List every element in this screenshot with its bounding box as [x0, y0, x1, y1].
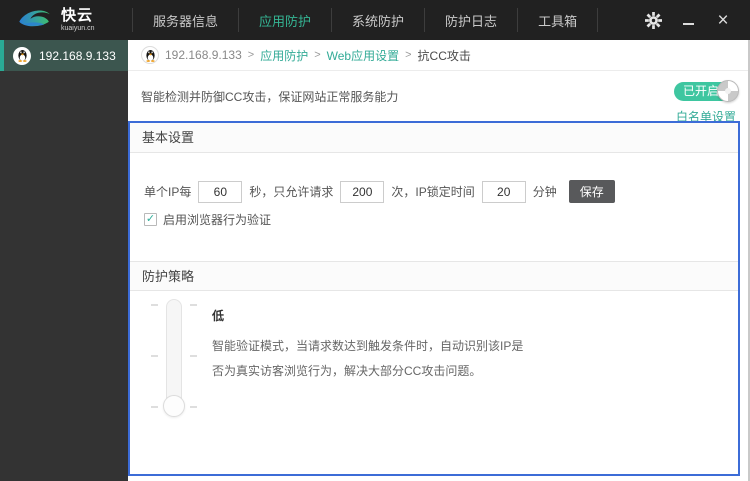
window-controls: ×: [644, 0, 750, 40]
label-ip-every: 单个IP每: [144, 185, 192, 199]
strategy-level-title: 低: [212, 309, 225, 323]
breadcrumb-web-app-settings[interactable]: Web应用设置: [327, 47, 399, 64]
title-bar: 快云 kuaiyun.cn 服务器信息 应用防护 系统防护 防护日志 工具箱 ×: [0, 0, 750, 40]
section-basic-settings: 基本设置: [130, 123, 738, 153]
rate-limit-form: 单个IP每 秒，只允许请求 次，IP锁定时间 分钟 保存: [144, 180, 738, 203]
slider-tick: [190, 406, 197, 408]
strategy-level-description: 智能验证模式，当请求数达到触发条件时，自动识别该IP是否为真实访客浏览行为，解决…: [212, 339, 524, 378]
menu-item-toolbox[interactable]: 工具箱: [518, 0, 597, 40]
menu-divider: [597, 8, 599, 32]
close-icon: ×: [717, 9, 729, 31]
seconds-input[interactable]: [198, 180, 243, 203]
breadcrumb-app-protection[interactable]: 应用防护: [260, 47, 308, 64]
section-protection-strategy: 防护策略: [130, 261, 738, 291]
sidebar-server-ip: 192.168.9.133: [39, 48, 116, 63]
slider-tick: [151, 355, 158, 357]
slider-tick: [190, 355, 197, 357]
settings-gear-icon[interactable]: [644, 11, 662, 29]
app-domain: kuaiyun.cn: [61, 25, 95, 32]
slider-handle[interactable]: [163, 395, 185, 417]
menu-item-protection-logs[interactable]: 防护日志: [425, 0, 517, 40]
strategy-level-slider: [150, 299, 198, 423]
minimize-button[interactable]: [679, 11, 697, 29]
breadcrumb-server-ip: 192.168.9.133: [165, 48, 242, 62]
app-name: 快云: [61, 7, 94, 24]
feature-header: 智能检测并防御CC攻击，保证网站正常服务能力 已开启 白名单设置: [128, 71, 748, 124]
kuaiyun-swirl-icon: [16, 6, 54, 35]
menu-item-system-protection[interactable]: 系统防护: [332, 0, 424, 40]
label-minutes: 分钟: [532, 185, 557, 199]
settings-panel: 基本设置 单个IP每 秒，只允许请求 次，IP锁定时间 分钟 保存 启用浏览器行…: [128, 121, 740, 476]
main-menu: 服务器信息 应用防护 系统防护 防护日志 工具箱: [132, 0, 599, 40]
save-button[interactable]: 保存: [568, 180, 615, 203]
label-allow-requests: 秒，只允许请求: [249, 185, 334, 199]
slider-tick: [151, 406, 158, 408]
enabled-toggle-label: 已开启: [683, 84, 720, 98]
breadcrumb-separator: >: [247, 49, 255, 61]
feature-description: 智能检测并防御CC攻击，保证网站正常服务能力: [141, 89, 399, 104]
enabled-toggle[interactable]: 已开启: [674, 80, 739, 102]
slider-tick: [190, 304, 197, 306]
strategy-area: 低 智能验证模式，当请求数达到触发条件时，自动识别该IP是否为真实访客浏览行为，…: [130, 291, 738, 423]
browser-check-label: 启用浏览器行为验证: [163, 213, 272, 227]
browser-check-checkbox[interactable]: [144, 213, 157, 226]
app-logo: 快云 kuaiyun.cn: [0, 0, 132, 40]
sidebar-item-server[interactable]: 192.168.9.133: [0, 40, 128, 71]
toggle-knob-icon: [717, 80, 739, 102]
requests-input[interactable]: [340, 180, 385, 203]
label-lock-time: 次，IP锁定时间: [391, 185, 475, 199]
minimize-icon: [682, 23, 694, 25]
breadcrumb: 192.168.9.133 > 应用防护 > Web应用设置 > 抗CC攻击: [128, 40, 748, 71]
breadcrumb-separator: >: [314, 49, 321, 61]
main-content: 192.168.9.133 > 应用防护 > Web应用设置 > 抗CC攻击 智…: [128, 40, 750, 481]
menu-item-server-info[interactable]: 服务器信息: [133, 0, 238, 40]
menu-item-app-protection[interactable]: 应用防护: [239, 0, 331, 40]
breadcrumb-separator: >: [405, 49, 412, 61]
browser-check-row: 启用浏览器行为验证: [144, 212, 738, 227]
breadcrumb-anti-cc: 抗CC攻击: [417, 48, 471, 63]
server-sidebar: 192.168.9.133: [0, 40, 128, 481]
slider-tick: [151, 304, 158, 306]
lock-minutes-input[interactable]: [481, 180, 526, 203]
linux-penguin-icon: [141, 46, 159, 64]
linux-penguin-icon: [13, 46, 31, 65]
close-button[interactable]: ×: [714, 9, 732, 31]
